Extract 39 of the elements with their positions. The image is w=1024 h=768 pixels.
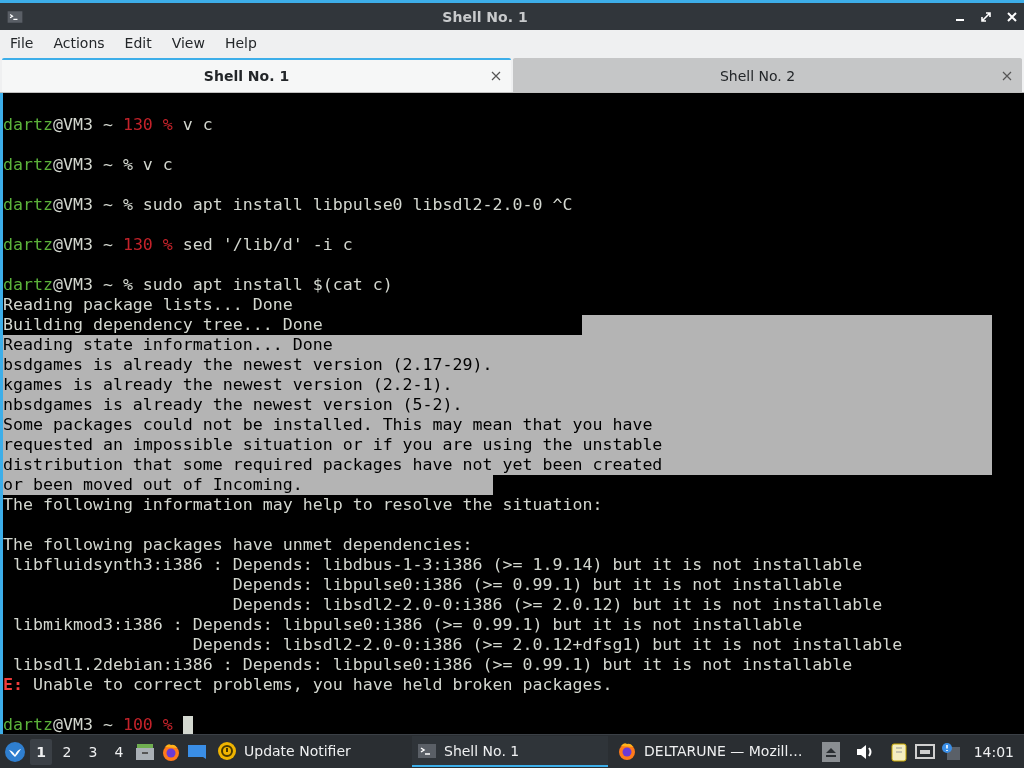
workspace-button[interactable]: 3	[82, 738, 104, 765]
menu-item[interactable]: Actions	[47, 32, 111, 54]
taskbar-item[interactable]: Update Notifier	[212, 736, 408, 767]
terminal-line: Reading package lists... Done	[3, 295, 293, 315]
workspace-button[interactable]: 2	[56, 738, 78, 765]
terminal-line: dartz@VM3 ~ % sudo apt install libpulse0 libsdl2-2.0-0 ^C	[3, 195, 573, 215]
eject-icon[interactable]	[819, 740, 842, 763]
terminal-line: dartz@VM3 ~ 100 %	[3, 715, 173, 734]
terminal-line: E: Unable to correct problems, you have held broken packages.	[3, 675, 613, 695]
menu-item[interactable]: File	[4, 32, 40, 54]
terminal-line: Depends: libsdl2-2.0-0:i386 (>= 2.0.12+dfsg1) but it is not installable	[191, 635, 903, 655]
terminal-line: dartz@VM3 ~ 130 % sed '/lib/d' -i c	[3, 235, 353, 255]
terminal-line: dartz@VM3 ~ % v c	[3, 155, 173, 175]
close-icon[interactable]	[491, 71, 501, 81]
tab[interactable]: Shell No. 1	[2, 58, 511, 92]
terminal-line: The following packages have unmet dependencies:	[3, 535, 473, 555]
taskbar-item[interactable]: Shell No. 1	[412, 736, 608, 767]
clock[interactable]: 14:01	[973, 743, 1014, 760]
maximize-icon[interactable]	[980, 10, 992, 23]
window-title: Shell No. 1	[441, 8, 529, 25]
terminal-line: libfluidsynth3:i386 : Depends: libdbus-1-3:i386 (>= 1.9.14) but it is not installable	[12, 555, 863, 575]
terminal-line: dartz@VM3 ~ % sudo apt install $(cat c)	[3, 275, 393, 295]
menu-item[interactable]: View	[165, 32, 211, 54]
terminal-line: libmikmod3:i386 : Depends: libpulse0:i386 (>= 0.99.1) but it is not installable	[12, 615, 803, 635]
workspace-button[interactable]: 4	[108, 738, 130, 765]
terminal-line: Depends: libpulse0:i386 (>= 0.99.1) but it is not installable	[231, 575, 843, 595]
start-menu-icon[interactable]	[4, 740, 26, 763]
notification-icon[interactable]	[939, 740, 962, 763]
menu-item[interactable]: Help	[218, 32, 263, 54]
menu-item[interactable]: Edit	[118, 32, 158, 54]
terminal-line: Building dependency tree... Done	[3, 315, 323, 335]
taskbar-item[interactable]: DELTARUNE — Mozill…	[612, 736, 808, 767]
workspace-button[interactable]: 1	[30, 738, 52, 765]
terminal-line: The following information may help to resolve the situation:	[3, 495, 603, 515]
terminal-line: libsdl1.2debian:i386 : Depends: libpulse0:i386 (>= 0.99.1) but it is not installable	[12, 655, 853, 675]
terminal-line: dartz@VM3 ~ 130 % v c	[3, 115, 213, 135]
tab[interactable]: Shell No. 2	[513, 58, 1022, 92]
update-icon	[216, 739, 238, 762]
terminal-line: Depends: libsdl2-2.0-0:i386 (>= 2.0.12) but it is not installable	[231, 595, 883, 615]
